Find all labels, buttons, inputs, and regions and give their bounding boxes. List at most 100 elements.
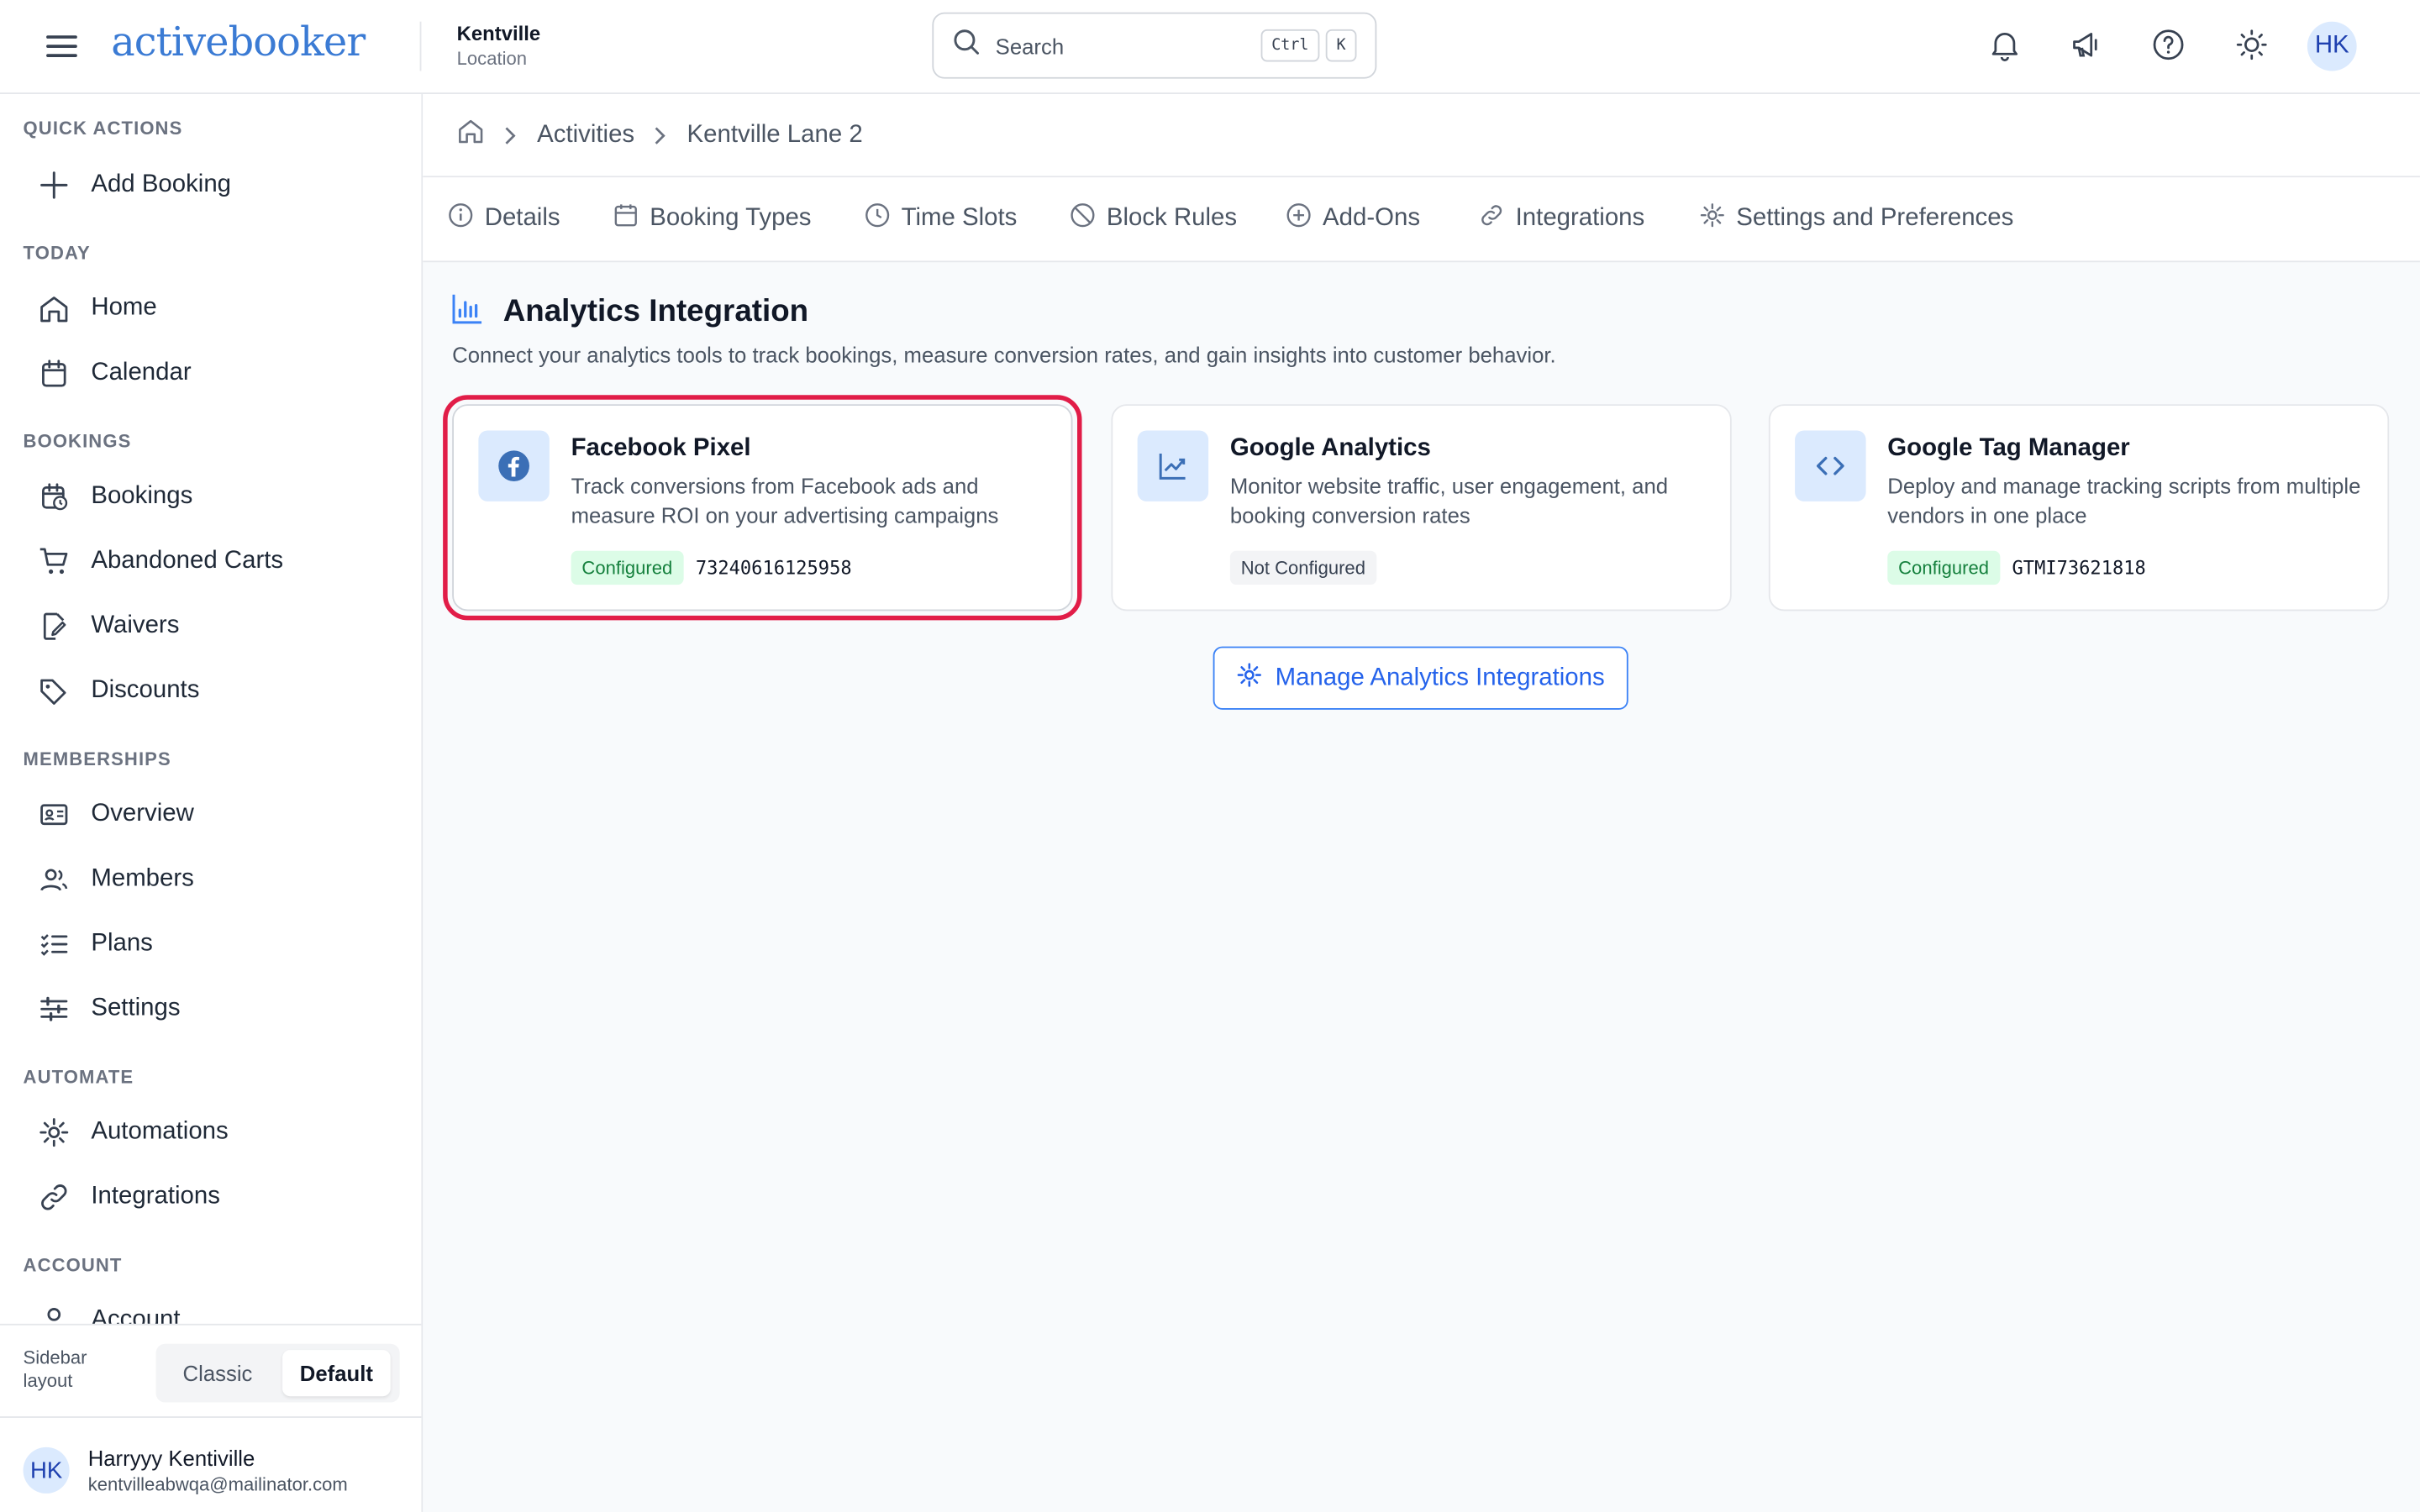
card-description: Monitor website traffic, user engagement…: [1229, 473, 1669, 528]
search-placeholder: Search: [995, 33, 1065, 58]
breadcrumb: Activities Kentville Lane 2: [423, 94, 2420, 178]
home-icon[interactable]: [457, 118, 485, 153]
sun-icon[interactable]: [2232, 24, 2272, 65]
sidebar-item-plans[interactable]: Plans: [37, 922, 153, 965]
sidebar-item-discounts[interactable]: Discounts: [37, 669, 199, 712]
tab-settings[interactable]: Settings and Preferences: [1699, 201, 2013, 238]
logo-text: activebooker: [111, 19, 366, 66]
sidebar-item-abandoned-carts[interactable]: Abandoned Carts: [37, 540, 283, 583]
sidebar-item-label: Automations: [91, 1118, 229, 1145]
sidebar-item-overview[interactable]: Overview: [37, 793, 194, 836]
pixel-id: 73240616125958: [695, 557, 852, 579]
sidebar-item-label: Settings: [91, 995, 181, 1021]
tab-time-slots[interactable]: Time Slots: [865, 201, 1018, 238]
tab-add-ons[interactable]: Add-Ons: [1286, 201, 1420, 238]
sidebar-item-automations[interactable]: Automations: [37, 1110, 229, 1153]
sidebar-layout-label: Sidebar layout: [23, 1347, 87, 1392]
sidebar-item-calendar[interactable]: Calendar: [37, 352, 192, 395]
sliders-icon: [37, 992, 71, 1026]
section-bookings: BOOKINGS: [23, 430, 132, 453]
section-header: Analytics Integration: [450, 291, 808, 333]
section-today: TODAY: [23, 242, 91, 265]
tab-integrations[interactable]: Integrations: [1479, 201, 1645, 238]
integration-card-google-tag-manager[interactable]: Google Tag Manager Deploy and manage tra…: [1768, 404, 2390, 612]
breadcrumb-activities[interactable]: Activities: [537, 121, 634, 149]
card-meta: Configured GTMI73621818: [1887, 550, 2146, 585]
location-sub: Location: [456, 47, 528, 70]
sidebar-item-home[interactable]: Home: [37, 287, 157, 330]
layout-segmented-control: Classic Default: [155, 1343, 400, 1403]
tab-label: Booking Types: [650, 205, 812, 232]
avatar[interactable]: HK: [2307, 21, 2357, 71]
search-icon: [952, 28, 980, 63]
card-title: Google Tag Manager: [1887, 434, 2130, 462]
sidebar-item-settings[interactable]: Settings: [37, 987, 181, 1030]
user-profile[interactable]: HK Harryyy Kentiville kentvilleabwqa@mai…: [0, 1416, 422, 1512]
help-icon[interactable]: [2149, 24, 2189, 65]
card-description: Deploy and manage tracking scripts from …: [1887, 473, 2361, 528]
tab-label: Details: [484, 205, 560, 232]
card-title: Facebook Pixel: [571, 434, 751, 462]
megaphone-icon[interactable]: [2066, 24, 2107, 65]
plus-circle-icon: [1286, 202, 1312, 236]
tag-icon: [37, 675, 71, 708]
sidebar-item-label: Waivers: [91, 612, 180, 639]
page-title: Analytics Integration: [502, 294, 809, 329]
sidebar-item-bookings[interactable]: Bookings: [37, 475, 192, 518]
bell-icon[interactable]: [1985, 24, 2025, 65]
tab-label: Block Rules: [1106, 205, 1238, 232]
sidebar-item-label: Members: [91, 865, 194, 892]
button-label: Manage Analytics Integrations: [1275, 664, 1605, 690]
sidebar-item-label: Calendar: [91, 359, 192, 386]
shortcut-key: K: [1325, 29, 1357, 62]
section-automate: AUTOMATE: [23, 1066, 134, 1088]
status-badge: Configured: [571, 550, 684, 585]
link-icon: [37, 1180, 71, 1214]
chart-line-icon: [1137, 430, 1209, 501]
avatar: HK: [23, 1446, 70, 1494]
layout-option-default[interactable]: Default: [282, 1350, 391, 1397]
integration-card-google-analytics[interactable]: Google Analytics Monitor website traffic…: [1111, 404, 1732, 612]
sidebar-item-label: Add Booking: [91, 171, 232, 198]
calendar-icon: [613, 202, 639, 236]
search-input[interactable]: Search Ctrl K: [932, 12, 1377, 79]
top-bar: activebooker Kentville Location Search C…: [0, 0, 2420, 95]
tab-label: Integrations: [1515, 205, 1645, 232]
sidebar-item-members[interactable]: Members: [37, 858, 194, 900]
sidebar-layout-switcher: Sidebar layout Classic Default: [0, 1323, 422, 1420]
shortcut-ctrl: Ctrl: [1260, 29, 1320, 62]
card-description: Track conversions from Facebook ads and …: [571, 473, 999, 528]
tab-block-rules[interactable]: Block Rules: [1070, 201, 1237, 238]
layout-option-classic[interactable]: Classic: [162, 1350, 273, 1396]
manage-analytics-integrations-button[interactable]: Manage Analytics Integrations: [1213, 646, 1628, 710]
sidebar-item-integrations[interactable]: Integrations: [37, 1176, 220, 1219]
tab-booking-types[interactable]: Booking Types: [613, 201, 812, 238]
bar-chart-icon: [450, 291, 484, 333]
sidebar-item-waivers[interactable]: Waivers: [37, 605, 179, 648]
tab-label: Settings and Preferences: [1736, 205, 2014, 232]
sidebar-item-add-booking[interactable]: Add Booking: [37, 164, 231, 207]
sidebar-item-label: Integrations: [91, 1183, 220, 1210]
app-root: activebooker Kentville Location Search C…: [0, 0, 2420, 1512]
user-name: Harryyy Kentiville: [87, 1445, 255, 1471]
info-icon: [448, 202, 474, 236]
calendar-clock-icon: [37, 480, 71, 513]
code-icon: [1795, 430, 1866, 501]
tab-label: Time Slots: [901, 205, 1018, 232]
status-badge: Configured: [1887, 550, 2000, 585]
container-id: GTMI73621818: [2012, 557, 2146, 579]
logo[interactable]: activebooker: [111, 13, 366, 74]
tab-details[interactable]: Details: [448, 201, 560, 238]
sidebar-item-label: Bookings: [91, 482, 193, 510]
chevron-right-icon: [503, 124, 518, 146]
plus-icon: [37, 168, 71, 202]
list-check-icon: [37, 927, 71, 961]
breadcrumb-current: Kentville Lane 2: [687, 121, 863, 148]
location-selector[interactable]: Kentville Location: [457, 22, 541, 70]
section-quick-actions: QUICK ACTIONS: [23, 117, 183, 139]
integration-card-facebook-pixel[interactable]: Facebook Pixel Track conversions from Fa…: [443, 395, 1082, 621]
gear-icon: [37, 1116, 71, 1149]
sidebar: QUICK ACTIONS Add Booking TODAY Home Cal…: [0, 94, 424, 1512]
facebook-icon: [478, 430, 550, 501]
menu-icon[interactable]: [43, 28, 80, 65]
